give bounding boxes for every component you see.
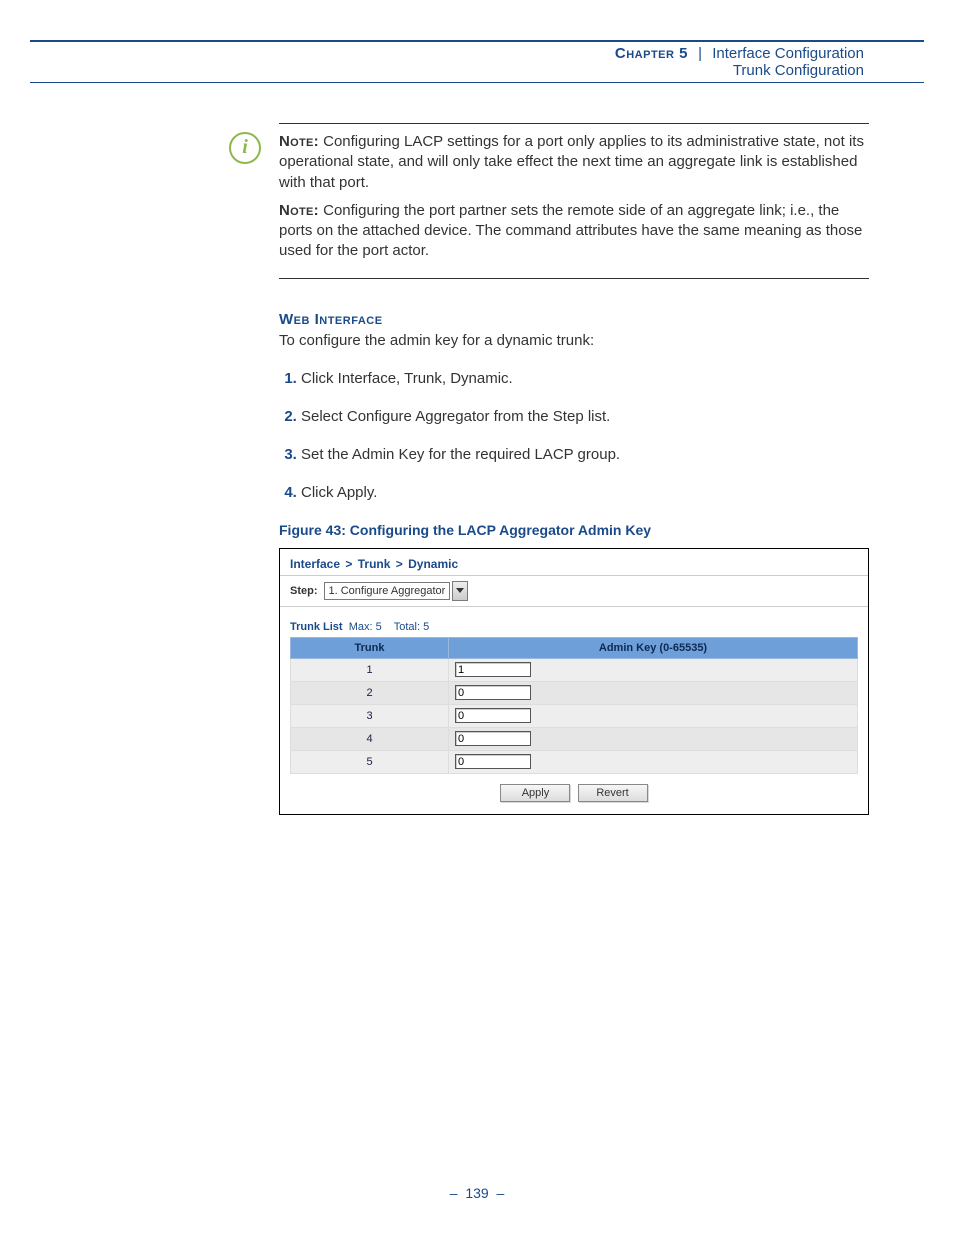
trunk-cell: 4	[291, 727, 449, 750]
admin-key-input[interactable]	[455, 708, 531, 723]
footer-dash: –	[496, 1185, 504, 1201]
web-interface-intro: To configure the admin key for a dynamic…	[279, 330, 869, 351]
admin-cell	[449, 704, 858, 727]
admin-key-input[interactable]	[455, 662, 531, 677]
note-paragraph-2: Note: Configuring the port partner sets …	[279, 201, 869, 262]
col-trunk: Trunk	[291, 637, 449, 658]
header-section: Interface Configuration	[712, 45, 864, 62]
admin-key-input[interactable]	[455, 754, 531, 769]
trunk-list-label: Trunk List	[290, 621, 343, 633]
steps-list: Click Interface, Trunk, Dynamic. Select …	[279, 369, 869, 504]
admin-cell	[449, 658, 858, 681]
step-item: Click Apply.	[301, 483, 869, 503]
step-select[interactable]: 1. Configure Aggregator	[324, 581, 469, 601]
admin-key-input[interactable]	[455, 731, 531, 746]
figure-caption: Figure 43: Configuring the LACP Aggregat…	[279, 522, 869, 538]
footer-dash: –	[450, 1185, 458, 1201]
trunk-cell: 5	[291, 750, 449, 773]
page-header: Chapter 5 | Interface Configuration Trun…	[0, 45, 954, 82]
note-paragraph-1: Note: Configuring LACP settings for a po…	[279, 132, 869, 193]
step-item: Set the Admin Key for the required LACP …	[301, 445, 869, 465]
note-text-2: Configuring the port partner sets the re…	[279, 202, 862, 260]
breadcrumb-sep: >	[396, 557, 403, 571]
admin-key-input[interactable]	[455, 685, 531, 700]
header-bottom-rule	[30, 82, 924, 83]
admin-cell	[449, 681, 858, 704]
header-pipe: |	[698, 45, 702, 62]
screenshot-panel: Interface > Trunk > Dynamic Step: 1. Con…	[279, 548, 869, 815]
col-admin-key: Admin Key (0-65535)	[449, 637, 858, 658]
trunk-cell: 3	[291, 704, 449, 727]
trunk-list-max-value: 5	[376, 621, 382, 633]
page-number: 139	[465, 1185, 488, 1201]
admin-cell	[449, 750, 858, 773]
step-row: Step: 1. Configure Aggregator	[280, 575, 868, 607]
button-row: Apply Revert	[280, 774, 868, 814]
admin-cell	[449, 727, 858, 750]
breadcrumb-item[interactable]: Trunk	[358, 557, 391, 571]
header-top-rule	[30, 40, 924, 42]
page-footer: – 139 –	[0, 1185, 954, 1231]
step-select-value: 1. Configure Aggregator	[324, 582, 451, 600]
chevron-down-icon	[456, 588, 464, 593]
step-item: Click Interface, Trunk, Dynamic.	[301, 369, 869, 389]
dropdown-button[interactable]	[452, 581, 468, 601]
info-icon: i	[229, 132, 261, 164]
breadcrumb: Interface > Trunk > Dynamic	[280, 549, 868, 575]
trunk-table: Trunk Admin Key (0-65535) 1 2 3	[290, 637, 858, 774]
table-row: 5	[291, 750, 858, 773]
trunk-cell: 2	[291, 681, 449, 704]
trunk-list-total-value: 5	[423, 621, 429, 633]
note-label: Note:	[279, 133, 319, 150]
table-row: 1	[291, 658, 858, 681]
note-text-1: Configuring LACP settings for a port onl…	[279, 133, 864, 191]
step-item: Select Configure Aggregator from the Ste…	[301, 407, 869, 427]
breadcrumb-item[interactable]: Interface	[290, 557, 340, 571]
revert-button[interactable]: Revert	[578, 784, 648, 802]
table-row: 2	[291, 681, 858, 704]
header-chapter: Chapter 5	[615, 45, 688, 62]
table-row: 3	[291, 704, 858, 727]
table-row: 4	[291, 727, 858, 750]
web-interface-heading: Web Interface	[279, 311, 869, 328]
trunk-list-total-label: Total:	[394, 621, 420, 633]
trunk-list-max-label: Max:	[349, 621, 373, 633]
step-label: Step:	[290, 585, 318, 597]
note-label: Note:	[279, 202, 319, 219]
breadcrumb-sep: >	[345, 557, 352, 571]
trunk-cell: 1	[291, 658, 449, 681]
breadcrumb-item[interactable]: Dynamic	[408, 557, 458, 571]
header-subsection: Trunk Configuration	[733, 62, 864, 79]
note-block: i Note: Configuring LACP settings for a …	[279, 123, 869, 279]
trunk-list-meta: Trunk List Max: 5 Total: 5	[280, 607, 868, 637]
apply-button[interactable]: Apply	[500, 784, 570, 802]
